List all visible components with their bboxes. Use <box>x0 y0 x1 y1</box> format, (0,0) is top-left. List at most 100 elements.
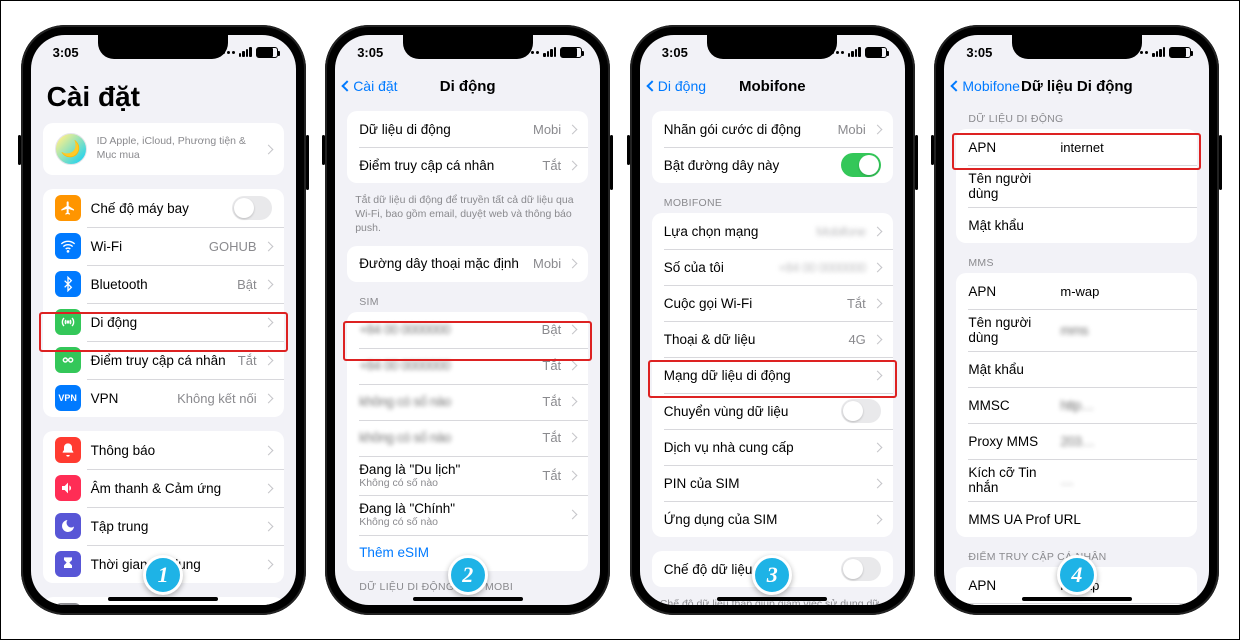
row-password[interactable]: Mật khẩu <box>956 207 1197 243</box>
row-mms-proxy[interactable]: Proxy MMS203… <box>956 423 1197 459</box>
row-data-network[interactable]: Mạng dữ liệu di động <box>652 357 893 393</box>
home-indicator[interactable] <box>413 597 523 601</box>
apple-id-card[interactable]: 🌙 ID Apple, iCloud, Phương tiện & Mục mu… <box>43 123 284 175</box>
row-label: Chuyển vùng dữ liệu <box>664 404 841 419</box>
step-badge-1: 1 <box>143 555 183 595</box>
row-bluetooth[interactable]: Bluetooth Bật <box>43 265 284 303</box>
back-button[interactable]: Di động <box>648 78 706 94</box>
notch <box>98 35 228 59</box>
settings-content[interactable]: Cài đặt 🌙 ID Apple, iCloud, Phương tiện … <box>31 69 296 605</box>
chevron-right-icon <box>263 144 273 154</box>
back-button[interactable]: Mobifone <box>952 78 1020 94</box>
home-indicator[interactable] <box>717 597 827 601</box>
hotspot-icon <box>55 347 81 373</box>
row-label: Điểm truy cập cá nhân <box>359 158 542 173</box>
chevron-right-icon <box>872 334 882 344</box>
row-hotspot[interactable]: Điểm truy cập cá nhânTắt <box>347 147 588 183</box>
row-network-selection[interactable]: Lựa chọn mạngMobifone <box>652 213 893 249</box>
signal-icon <box>239 47 252 57</box>
roaming-toggle[interactable] <box>841 399 881 423</box>
field-label: MMSC <box>968 398 1060 413</box>
row-mms-username[interactable]: Tên người dùngmms <box>956 309 1197 351</box>
row-username[interactable]: Tên người dùng <box>956 165 1197 207</box>
field-value[interactable]: m-wap <box>1060 284 1099 299</box>
row-default-voice-line[interactable]: Đường dây thoại mặc địnhMobi <box>347 246 588 282</box>
row-hotspot[interactable]: Điểm truy cập cá nhân Tắt <box>43 341 284 379</box>
field-value[interactable]: 203… <box>1060 434 1094 449</box>
row-airplane-mode[interactable]: Chế độ máy bay <box>43 189 284 227</box>
row-mms-apn[interactable]: APNm-wap <box>956 273 1197 309</box>
field-label: Mật khẩu <box>968 362 1060 377</box>
row-sim-apps[interactable]: Ứng dụng của SIM <box>652 501 893 537</box>
status-time: 3:05 <box>53 45 79 60</box>
chevron-right-icon <box>568 325 578 335</box>
field-value[interactable]: … <box>1060 473 1073 488</box>
field-value[interactable]: internet <box>1060 140 1103 155</box>
chevron-left-icon <box>342 80 353 91</box>
vpn-icon: VPN <box>55 385 81 411</box>
low-data-toggle[interactable] <box>841 557 881 581</box>
nav-title: Mobifone <box>739 78 806 95</box>
row-sim-1[interactable]: +84 00 0000000Bật <box>347 312 588 348</box>
field-value[interactable]: mms <box>1060 323 1088 338</box>
chevron-right-icon <box>872 478 882 488</box>
page-title: Cài đặt <box>31 69 296 123</box>
status-time: 3:05 <box>966 45 992 60</box>
nav-title: Dữ liệu Di động <box>1021 78 1133 95</box>
back-label: Di động <box>658 78 706 94</box>
row-my-number[interactable]: Số của tôi+84 00 0000000 <box>652 249 893 285</box>
enable-line-toggle[interactable] <box>841 153 881 177</box>
row-sim-4[interactable]: không có số nàoTắt <box>347 420 588 456</box>
field-label: Proxy MMS <box>968 434 1060 449</box>
chevron-right-icon <box>872 262 882 272</box>
back-button[interactable]: Cài đặt <box>343 78 397 94</box>
row-cellular[interactable]: Di động <box>43 303 284 341</box>
row-value: GOHUB <box>209 239 257 254</box>
home-indicator[interactable] <box>108 597 218 601</box>
airplane-icon <box>55 195 81 221</box>
row-sim-pin[interactable]: PIN của SIM <box>652 465 893 501</box>
row-label: Wi-Fi <box>91 239 209 254</box>
row-label: Lựa chọn mạng <box>664 224 817 239</box>
row-data-roaming[interactable]: Chuyển vùng dữ liệu <box>652 393 893 429</box>
row-label: Đang là "Chính" <box>359 501 561 516</box>
row-mms-uaprof[interactable]: MMS UA Prof URL <box>956 501 1197 537</box>
home-indicator[interactable] <box>1022 597 1132 601</box>
field-label: APN <box>968 140 1060 155</box>
row-label: Âm thanh & Cảm ứng <box>91 481 257 496</box>
step-badge-4: 4 <box>1057 555 1097 595</box>
field-value[interactable]: http… <box>1060 398 1094 413</box>
row-cellular-data[interactable]: Dữ liệu di độngMobi <box>347 111 588 147</box>
row-sim-travel[interactable]: Đang là "Du lịch"Không có số nàoTắt <box>347 456 588 496</box>
row-mms-max-size[interactable]: Kích cỡ Tin nhắn… <box>956 459 1197 501</box>
row-voice-and-data[interactable]: Thoại & dữ liệu4G <box>652 321 893 357</box>
row-wifi[interactable]: Wi-Fi GOHUB <box>43 227 284 265</box>
row-wifi-calling[interactable]: Cuộc gọi Wi-FiTắt <box>652 285 893 321</box>
row-mms-password[interactable]: Mật khẩu <box>956 351 1197 387</box>
row-plan-label[interactable]: Nhãn gói cước di độngMobi <box>652 111 893 147</box>
row-focus[interactable]: Tập trung <box>43 507 284 545</box>
step-badge-3: 3 <box>752 555 792 595</box>
chevron-right-icon <box>872 514 882 524</box>
row-sim-main[interactable]: Đang là "Chính"Không có số nào <box>347 495 588 535</box>
row-sim-3[interactable]: không có số nàoTắt <box>347 384 588 420</box>
bell-icon <box>55 437 81 463</box>
row-value: Không kết nối <box>177 391 257 406</box>
row-sim-2[interactable]: +84 00 0000000Tắt <box>347 348 588 384</box>
back-label: Cài đặt <box>353 78 397 94</box>
row-carrier-services[interactable]: Dịch vụ nhà cung cấp <box>652 429 893 465</box>
airplane-toggle[interactable] <box>232 196 272 220</box>
field-label: Tên người dùng <box>968 315 1060 345</box>
row-enable-line[interactable]: Bật đường dây này <box>652 147 893 183</box>
row-vpn[interactable]: VPN VPN Không kết nối <box>43 379 284 417</box>
section-footer: Tắt dữ liệu di động để truyền tất cả dữ … <box>335 189 600 246</box>
section-header: MOBIFONE <box>640 197 905 213</box>
row-value: Mobi <box>533 122 561 137</box>
row-sounds[interactable]: Âm thanh & Cảm ứng <box>43 469 284 507</box>
row-apn[interactable]: APNinternet <box>956 129 1197 165</box>
row-value: Tắt <box>847 296 866 311</box>
row-mmsc[interactable]: MMSChttp… <box>956 387 1197 423</box>
avatar-icon: 🌙 <box>55 133 87 165</box>
row-notifications[interactable]: Thông báo <box>43 431 284 469</box>
row-hotspot-username[interactable]: Tên người dùngm <box>956 603 1197 605</box>
